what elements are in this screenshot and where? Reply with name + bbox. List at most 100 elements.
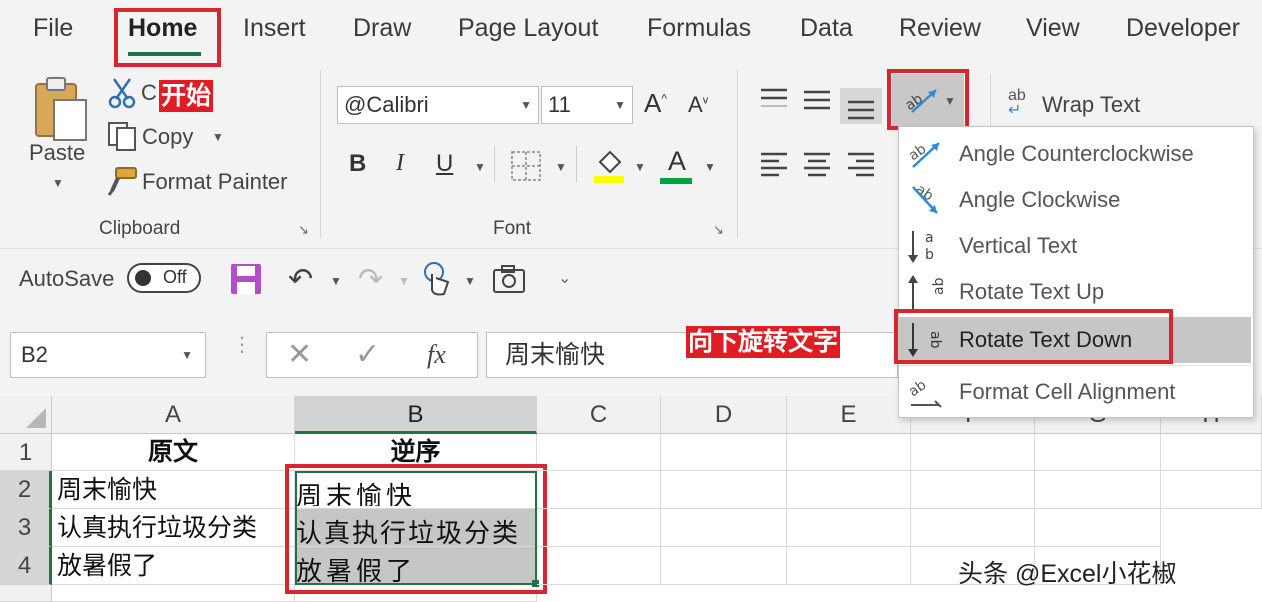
cell-c3[interactable] [537,509,661,547]
cell-g1[interactable] [1035,434,1161,471]
insert-function-icon[interactable]: fx [427,333,446,377]
chevron-down-icon[interactable]: ▼ [614,87,626,123]
tab-file[interactable]: File [33,14,73,43]
menu-item-format-cell-alignment[interactable]: ab Format Cell Alignment [899,369,1251,415]
cell-c1[interactable] [537,434,661,471]
redo-icon[interactable]: ↷ [358,262,383,297]
clipboard-launcher-icon[interactable]: ↘ [298,222,309,238]
cell-e4[interactable] [787,547,911,585]
align-left-icon[interactable] [759,150,789,178]
chevron-down-icon[interactable]: ▼ [181,333,193,377]
cell-g2[interactable] [1035,471,1161,509]
cell-f3[interactable] [911,509,1035,547]
bottom-align-icon[interactable] [840,88,882,124]
font-size-input[interactable]: 11 ▼ [541,86,633,124]
select-all-button[interactable] [0,396,52,434]
cell-d4[interactable] [661,547,787,585]
cell-d1[interactable] [661,434,787,471]
copy-dropdown-caret[interactable]: ▼ [212,130,224,144]
tab-view[interactable]: View [1026,14,1080,43]
copy-icon[interactable] [106,120,138,152]
cut-icon[interactable] [108,77,136,109]
font-name-input[interactable]: @Calibri ▼ [337,86,539,124]
name-box[interactable]: B2 ▼ [10,332,206,378]
undo-dropdown-caret[interactable]: ▼ [330,274,342,288]
paste-dropdown-caret[interactable]: ▼ [52,176,64,190]
format-painter-icon[interactable] [106,165,138,197]
cell-f2[interactable] [911,471,1035,509]
undo-icon[interactable]: ↶ [288,262,313,297]
cell-f1[interactable] [911,434,1035,471]
row-header-2[interactable]: 2 [0,471,52,509]
fill-color-dropdown-caret[interactable]: ▼ [634,160,646,174]
tab-page-layout[interactable]: Page Layout [458,14,598,43]
cell-a5[interactable] [52,585,295,602]
row-header-4[interactable]: 4 [0,547,52,585]
underline-button[interactable]: U [436,150,453,178]
cut-label[interactable]: C [141,80,157,106]
column-header-d[interactable]: D [661,396,787,434]
cell-g3[interactable] [1035,509,1161,547]
borders-icon[interactable] [510,150,542,182]
column-header-c[interactable]: C [537,396,661,434]
align-center-icon[interactable] [802,150,832,178]
cell-a2[interactable]: 周末愉快 [52,471,295,509]
bold-button[interactable]: B [349,150,366,178]
cell-a4[interactable]: 放暑假了 [52,547,295,585]
column-header-b[interactable]: B [295,396,537,434]
redo-dropdown-caret[interactable]: ▼ [398,274,410,288]
wrap-text-icon[interactable]: ab ↵ [1008,88,1026,119]
menu-item-angle-clockwise[interactable]: ab Angle Clockwise [899,177,1251,223]
cell-d2[interactable] [661,471,787,509]
cancel-icon[interactable]: ✕ [287,333,312,377]
menu-item-angle-counterclockwise[interactable]: ab Angle Counterclockwise [899,131,1251,177]
cell-c4[interactable] [537,547,661,585]
camera-icon[interactable] [492,264,526,294]
row-header-3[interactable]: 3 [0,509,52,547]
column-header-e[interactable]: E [787,396,911,434]
top-align-icon[interactable] [759,86,789,112]
cell-e3[interactable] [787,509,911,547]
italic-button[interactable]: I [396,150,404,177]
touch-mouse-mode-icon[interactable] [420,260,456,298]
tab-developer[interactable]: Developer [1126,14,1240,43]
autosave-toggle[interactable]: Off [127,263,201,293]
wrap-text-label[interactable]: Wrap Text [1042,92,1140,118]
borders-dropdown-caret[interactable]: ▼ [555,160,567,174]
fill-color-icon[interactable] [592,146,626,184]
cell-c2[interactable] [537,471,661,509]
cell-d3[interactable] [661,509,787,547]
font-color-icon[interactable]: A [660,146,694,184]
font-color-dropdown-caret[interactable]: ▼ [704,160,716,174]
tab-formulas[interactable]: Formulas [647,14,751,43]
paste-icon[interactable] [30,76,90,142]
column-header-a[interactable]: A [52,396,295,434]
cell-a3[interactable]: 认真执行垃圾分类 [52,509,295,547]
cell-h2[interactable] [1161,471,1262,509]
cell-h1[interactable] [1161,434,1262,471]
middle-align-icon[interactable] [802,86,832,112]
tab-draw[interactable]: Draw [353,14,411,43]
cell-e1[interactable] [787,434,911,471]
row-header-1[interactable]: 1 [0,434,52,471]
chevron-down-icon[interactable]: ▼ [520,87,532,123]
row-header-5[interactable] [0,585,52,602]
tab-insert[interactable]: Insert [243,14,306,43]
cell-e2[interactable] [787,471,911,509]
font-launcher-icon[interactable]: ↘ [713,222,724,238]
copy-label[interactable]: Copy [142,124,193,150]
customize-toolbar-icon[interactable]: ⌄ [558,268,571,288]
menu-item-vertical-text[interactable]: ab Vertical Text [899,223,1251,269]
tab-review[interactable]: Review [899,14,981,43]
shrink-font-icon[interactable]: Av [688,92,708,118]
tab-data[interactable]: Data [800,14,853,43]
format-painter-label[interactable]: Format Painter [142,169,288,195]
grow-font-icon[interactable]: A^ [644,88,667,119]
cell-a1[interactable]: 原文 [52,434,295,471]
enter-icon[interactable]: ✓ [355,333,380,377]
paste-label[interactable]: Paste [29,140,85,166]
underline-dropdown-caret[interactable]: ▼ [474,160,486,174]
align-right-icon[interactable] [846,150,876,178]
save-icon[interactable] [229,262,263,296]
touch-dropdown-caret[interactable]: ▼ [464,274,476,288]
